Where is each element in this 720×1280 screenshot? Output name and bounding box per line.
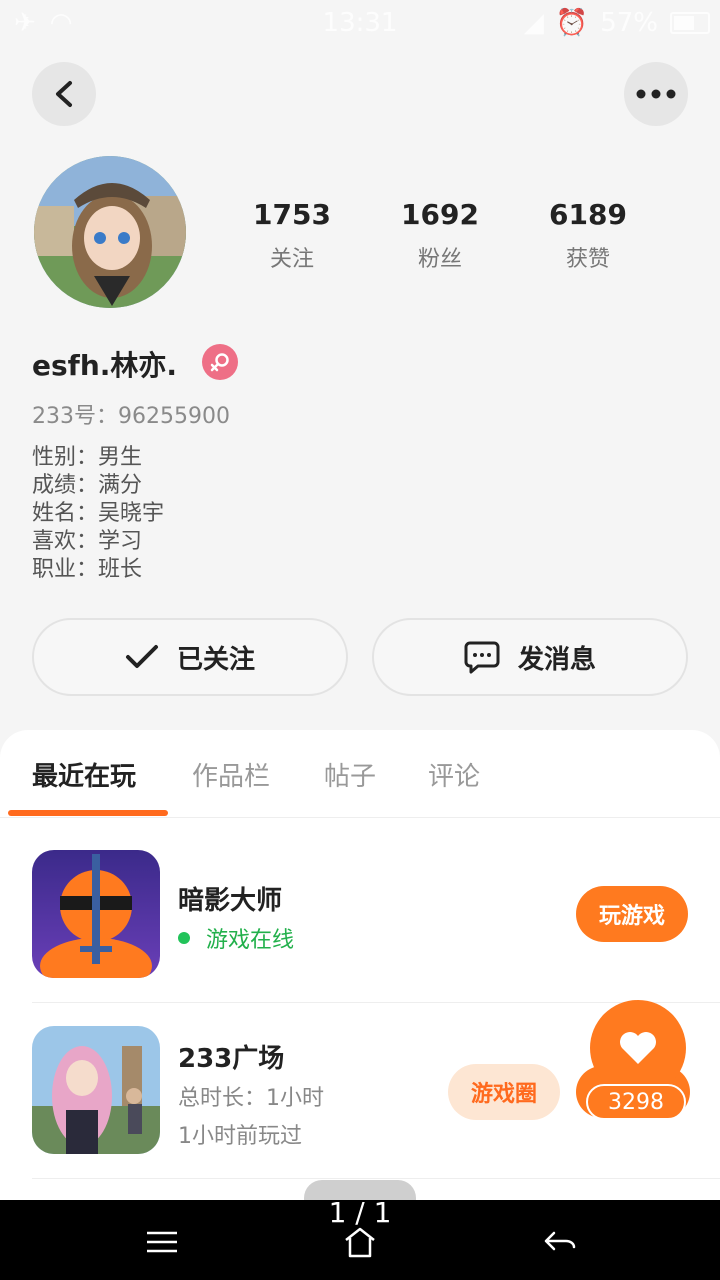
play-game-button[interactable]: 玩游戏 bbox=[576, 886, 688, 942]
bio: 性别：男生 成绩：满分 姓名：吴晓宇 喜欢：学习 职业：班长 bbox=[32, 444, 164, 584]
game-art bbox=[32, 850, 160, 978]
more-options-button[interactable] bbox=[624, 62, 688, 126]
checkmark-icon bbox=[125, 645, 158, 668]
game-name: 233广场 bbox=[178, 1044, 285, 1074]
bio-line: 喜欢：学习 bbox=[32, 529, 143, 554]
game-icon-shadow-master[interactable] bbox=[32, 850, 160, 978]
game-circle-button[interactable]: 游戏圈 bbox=[448, 1064, 560, 1120]
followed-label: 已关注 bbox=[176, 644, 255, 675]
alarm-icon: ⏰ bbox=[555, 8, 589, 38]
stat-label: 粉丝 bbox=[417, 247, 462, 272]
last-played: 1小时前玩过 bbox=[178, 1124, 302, 1149]
tab-comments[interactable]: 评论 bbox=[428, 756, 480, 793]
back-arrow-icon bbox=[544, 1231, 576, 1251]
status-bar: ✈ ◠ 13:31 ◢ ⏰ 57% bbox=[0, 0, 720, 50]
username: esfh.林亦. bbox=[32, 349, 178, 382]
tab-recently-played[interactable]: 最近在玩 bbox=[32, 756, 136, 793]
female-icon bbox=[210, 353, 229, 372]
back-button[interactable] bbox=[32, 62, 96, 126]
menu-button[interactable] bbox=[142, 1224, 182, 1260]
bio-line: 姓名：吴晓宇 bbox=[32, 501, 165, 526]
stat-value: 6189 bbox=[549, 198, 627, 231]
play-duration: 总时长：1小时 bbox=[178, 1086, 324, 1111]
stat-label: 获赞 bbox=[565, 247, 610, 272]
more-dots-icon bbox=[636, 89, 676, 99]
heart-icon bbox=[620, 1032, 656, 1064]
back-nav-button[interactable] bbox=[540, 1224, 580, 1260]
like-button[interactable]: 3298 bbox=[576, 1000, 690, 1122]
stat-value: 1692 bbox=[401, 198, 479, 231]
online-dot-icon bbox=[178, 932, 190, 944]
battery-percent: 57% bbox=[600, 8, 658, 38]
game-icon-233-plaza[interactable] bbox=[32, 1026, 160, 1154]
like-fab-ball bbox=[590, 1000, 686, 1096]
tab-indicator bbox=[8, 810, 168, 816]
chevron-left-icon bbox=[56, 81, 72, 107]
bio-line: 性别：男生 bbox=[32, 445, 143, 470]
stat-following[interactable]: 1753 关注 bbox=[222, 198, 362, 273]
gender-badge bbox=[202, 344, 238, 380]
status-right-icons: ◢ ⏰ 57% bbox=[524, 8, 710, 38]
bio-line: 成绩：满分 bbox=[32, 473, 143, 498]
signal-icon: ◢ bbox=[523, 8, 544, 38]
stat-value: 1753 bbox=[253, 198, 331, 231]
stat-label: 关注 bbox=[269, 247, 314, 272]
tab-bar: 最近在玩 作品栏 帖子 评论 bbox=[0, 730, 720, 818]
avatar[interactable] bbox=[34, 156, 186, 308]
home-button[interactable] bbox=[340, 1224, 380, 1260]
send-message-label: 发消息 bbox=[517, 644, 596, 675]
stat-followers[interactable]: 1692 粉丝 bbox=[370, 198, 510, 273]
divider bbox=[32, 1178, 720, 1179]
followed-button[interactable]: 已关注 bbox=[32, 618, 348, 696]
tab-posts[interactable]: 帖子 bbox=[324, 756, 376, 793]
like-count: 3298 bbox=[586, 1084, 686, 1120]
game-art bbox=[32, 1026, 160, 1154]
stat-likes[interactable]: 6189 获赞 bbox=[518, 198, 658, 273]
menu-icon bbox=[147, 1231, 177, 1253]
avatar-illustration bbox=[34, 156, 186, 308]
bio-line: 职业：班长 bbox=[32, 557, 143, 582]
tab-works[interactable]: 作品栏 bbox=[192, 756, 270, 793]
system-nav-bar: 1 / 1 bbox=[0, 1196, 720, 1280]
user-id: 233号：96255900 bbox=[32, 404, 230, 429]
online-status-text: 游戏在线 bbox=[206, 928, 295, 953]
chat-bubble-icon bbox=[464, 641, 500, 674]
game-name: 暗影大师 bbox=[178, 886, 283, 916]
battery-icon bbox=[670, 12, 710, 34]
home-icon bbox=[345, 1227, 375, 1258]
send-message-button[interactable]: 发消息 bbox=[372, 618, 688, 696]
game-online-status: 游戏在线 bbox=[178, 922, 294, 954]
